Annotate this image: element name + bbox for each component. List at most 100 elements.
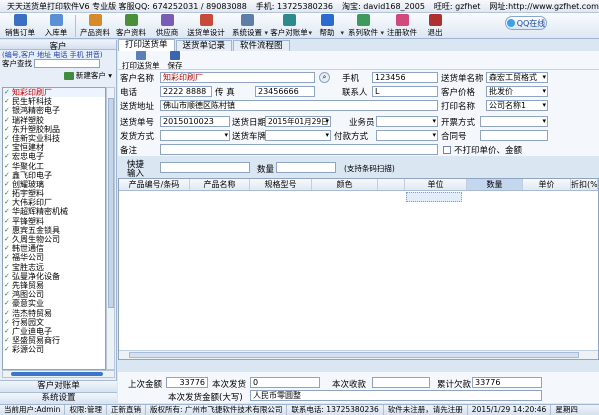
pay-select[interactable]	[376, 130, 438, 141]
deliverer-name-select[interactable]: 森宏工贸格式	[486, 72, 548, 83]
col-spec[interactable]: 规格型号	[250, 179, 312, 190]
stock-in-button[interactable]: 入库单	[38, 13, 74, 38]
active-cell[interactable]	[406, 192, 462, 202]
customer-list-item[interactable]: ✓ 佳新实业科技	[3, 134, 105, 143]
sales-order-button[interactable]: 销售订单	[2, 13, 38, 38]
customer-list-item[interactable]: ✓ 知彩印刷厂	[3, 88, 105, 98]
customer-list-item[interactable]: ✓ 福华公司	[3, 253, 105, 262]
customer-list[interactable]: ✓ 知彩印刷厂 ✓ 民生轩科技 ✓ 银鸿精密电子 ✓ 瑞祥塑胶 ✓ 东升塑胶制品 ✓ 佳新实业科技 ✓ 宝…	[2, 87, 106, 370]
contact-field[interactable]: L	[372, 86, 438, 97]
customer-list-item[interactable]: ✓ 鑫飞印电子	[3, 171, 105, 180]
tab-flowchart[interactable]: 软件流程图	[233, 40, 290, 51]
quantity-field[interactable]	[276, 162, 336, 173]
customer-list-item[interactable]: ✓ 银鸿精密电子	[3, 106, 105, 115]
no-price-checkbox[interactable]	[443, 146, 451, 154]
col-color[interactable]: 颜色	[312, 179, 378, 190]
product-grid[interactable]: 产品编号/条码 产品名称 规格型号 颜色 单位 数量 单价 折扣(%)	[118, 178, 599, 360]
phone-field[interactable]: 2222 8888	[160, 86, 212, 97]
total-owed-label: 累计欠款	[437, 380, 472, 390]
qq-online-button[interactable]: QQ在线	[505, 16, 547, 30]
customer-list-item[interactable]: ✓ 拓宇塑料	[3, 189, 105, 198]
printer-select[interactable]: 公司名称1	[486, 100, 548, 111]
customer-list-item[interactable]: ✓ 华超辉精密机械	[3, 207, 105, 216]
remark-field[interactable]	[160, 144, 438, 155]
col-quantity[interactable]: 数量	[467, 179, 523, 190]
tab-delivery-records[interactable]: 送货单记录	[175, 40, 233, 51]
new-customer-button[interactable]: 新建客户 ▾	[0, 69, 116, 82]
customer-list-item[interactable]: ✓ 惠宾五金锁具	[3, 226, 105, 235]
customer-list-item[interactable]: ✓ 宝恒建材	[3, 143, 105, 152]
title-website: 网址:http://www.gzfhet.com	[489, 1, 599, 11]
supplier-button[interactable]: 供应商	[149, 13, 185, 38]
col-product-code[interactable]: 产品编号/条码	[119, 179, 190, 190]
customer-list-item[interactable]: ✓ 宏忠电子	[3, 152, 105, 161]
customer-list-item[interactable]: ✓ 创耀玻璃	[3, 180, 105, 189]
software-series-button[interactable]: 系列软件	[343, 13, 384, 38]
col-discount[interactable]: 折扣(%)	[571, 179, 598, 190]
customer-name: 福华公司	[12, 253, 44, 263]
customer-list-item[interactable]: ✓ 鸿图公司	[3, 290, 105, 299]
nav-system-settings[interactable]: 系统设置	[0, 392, 117, 404]
address-field[interactable]: 佛山市顺德区陈村镇	[160, 100, 438, 111]
customer-list-item[interactable]: ✓ 平锋塑料	[3, 217, 105, 226]
ship-select[interactable]	[160, 130, 230, 141]
scroll-thumb[interactable]	[11, 372, 103, 376]
total-owed-field[interactable]: 33776	[472, 377, 542, 388]
customer-list-item[interactable]: ✓ 瑞祥塑胶	[3, 116, 105, 125]
this-ship-field[interactable]: 0	[250, 377, 320, 388]
car-select[interactable]	[265, 130, 331, 141]
customer-search-input[interactable]	[34, 59, 100, 68]
statement-button[interactable]: 客户对账单	[267, 13, 312, 38]
save-button[interactable]: 保存	[168, 51, 183, 71]
invoice-select[interactable]	[480, 116, 548, 127]
customer-list-item[interactable]: ✓ 坚盛贸易商行	[3, 336, 105, 345]
customer-list-item[interactable]: ✓ 浩杰特贸易	[3, 309, 105, 318]
exit-button[interactable]: 退出	[421, 13, 449, 38]
customer-list-item[interactable]: ✓ 彩源公司	[3, 345, 105, 354]
customer-list-item[interactable]: ✓ 先锋贸易	[3, 281, 105, 290]
quick-input-field[interactable]	[160, 162, 250, 173]
customer-list-item[interactable]: ✓ 东升塑胶制品	[3, 125, 105, 134]
customer-list-item[interactable]: ✓ 华聚化工	[3, 162, 105, 171]
status-weekday: 星期四	[555, 405, 578, 414]
amount-upper-field: 人民币零圆整	[250, 390, 542, 401]
settings-button[interactable]: 系统设置	[227, 13, 268, 38]
date-picker[interactable]: 2015年01月29日	[265, 116, 331, 127]
customer-list-hscrollbar[interactable]	[2, 370, 115, 378]
product-button[interactable]: 产品资料	[77, 13, 113, 38]
design-button[interactable]: 送货单设计	[185, 13, 227, 38]
customer-list-item[interactable]: ✓ 弘曼净化设备	[3, 272, 105, 281]
customer-name: 先锋贸易	[12, 280, 44, 290]
contract-field[interactable]	[480, 130, 548, 141]
customer-list-item[interactable]: ✓ 韩世通信	[3, 244, 105, 253]
customer-list-vscrollbar[interactable]	[106, 87, 115, 370]
this-recv-field[interactable]	[372, 377, 430, 388]
mobile-field[interactable]: 123456	[372, 72, 438, 83]
help-button[interactable]: 帮助	[311, 13, 344, 38]
price-select[interactable]: 批发价	[486, 86, 548, 97]
col-unit-price[interactable]: 单价	[523, 179, 571, 190]
salesman-select[interactable]	[376, 116, 438, 127]
print-delivery-button[interactable]: 打印送货单	[122, 51, 160, 71]
customer-list-item[interactable]: ✓ 行易园文	[3, 318, 105, 327]
customer-list-item[interactable]: ✓ 民生轩科技	[3, 97, 105, 106]
grid-hscrollbar[interactable]	[119, 350, 598, 359]
customer-list-item[interactable]: ✓ 久周生物公司	[3, 235, 105, 244]
customer-list-item[interactable]: ✓ 豪意实业	[3, 299, 105, 308]
customer-button[interactable]: 客户资料	[113, 13, 149, 38]
nav-customer-statement[interactable]: 客户对账单	[0, 380, 117, 392]
col-product-name[interactable]: 产品名称	[190, 179, 250, 190]
status-datetime: 2015/1/29 14:20:46	[468, 405, 552, 415]
customer-lookup-icon[interactable]: ⌕	[319, 72, 330, 83]
last-owed-field[interactable]: 33776	[166, 377, 208, 388]
scroll-thumb[interactable]	[129, 352, 579, 358]
scroll-thumb[interactable]	[108, 98, 114, 308]
tab-print-delivery[interactable]: 打印送货单	[118, 39, 175, 51]
customer-list-item[interactable]: ✓ 广业迪电子	[3, 327, 105, 336]
customer-list-item[interactable]: ✓ 宝胜志远	[3, 263, 105, 272]
order-no-field[interactable]: 2015010023	[160, 116, 230, 127]
register-button[interactable]: 注册软件	[383, 13, 421, 38]
fax-field[interactable]: 23456666	[255, 86, 315, 97]
customer-name-field[interactable]: 知彩印刷厂	[160, 72, 315, 83]
col-unit[interactable]: 单位	[405, 179, 467, 190]
